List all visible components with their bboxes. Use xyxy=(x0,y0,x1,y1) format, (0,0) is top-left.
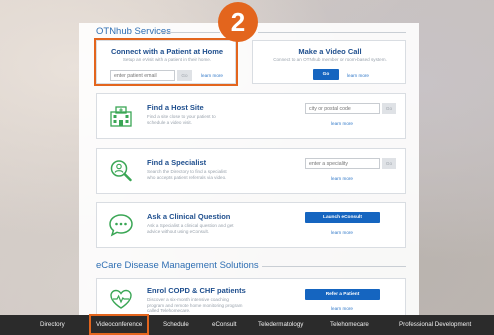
card-specialist: Find a Specialist Search the Directory t… xyxy=(96,148,406,194)
learn-more-link[interactable]: learn more xyxy=(347,73,369,78)
section-divider xyxy=(262,266,406,267)
go-button[interactable]: Go xyxy=(382,103,396,114)
nav-item-professional-development[interactable]: Professional Development xyxy=(399,315,471,335)
speciality-input[interactable] xyxy=(305,158,380,169)
step-number-badge: 2 xyxy=(218,2,258,42)
launch-econsult-button[interactable]: Launch eConsult xyxy=(305,212,380,223)
bottom-nav-bar: Directory Videoconference Schedule eCons… xyxy=(0,315,494,335)
nav-item-directory[interactable]: Directory xyxy=(40,315,65,335)
learn-more-link[interactable]: learn more xyxy=(331,176,353,181)
card-clinical-question: Ask a Clinical Question Ask a Specialist… xyxy=(96,202,406,248)
card-description: Discover a six-month intensive coaching … xyxy=(147,297,243,314)
card-title: Find a Specialist xyxy=(147,158,207,167)
card-title: Enrol COPD & CHF patients xyxy=(147,286,246,295)
card-description: Connect to an OTNhub member or room-base… xyxy=(273,57,387,62)
card-description: Find a site close to your patient to sch… xyxy=(147,114,216,125)
heart-pulse-icon xyxy=(110,289,132,309)
section-title-ecare: eCare Disease Management Solutions xyxy=(96,260,259,271)
card-title: Find a Host Site xyxy=(147,103,204,112)
nav-item-teledermatology[interactable]: Teledermatology xyxy=(258,315,303,335)
refer-patient-button[interactable]: Refer a Patient xyxy=(305,289,380,300)
learn-more-link[interactable]: learn more xyxy=(331,306,353,311)
speech-bubble-icon xyxy=(109,214,133,237)
card-title: Make a Video Call xyxy=(298,47,362,56)
card-video-call: Make a Video Call Connect to an OTNhub m… xyxy=(252,40,406,84)
highlight-videoconference xyxy=(89,314,149,335)
nav-item-telehomecare[interactable]: Telehomecare xyxy=(330,315,369,335)
nav-item-schedule[interactable]: Schedule xyxy=(163,315,189,335)
section-divider xyxy=(258,32,406,33)
learn-more-link[interactable]: learn more xyxy=(331,121,353,126)
section-divider xyxy=(160,32,220,33)
highlight-connect-patient xyxy=(94,38,238,86)
go-button[interactable]: Go xyxy=(382,158,396,169)
city-postal-input[interactable] xyxy=(305,103,380,114)
card-title: Ask a Clinical Question xyxy=(147,212,231,221)
hospital-building-icon xyxy=(110,106,132,127)
card-description: Search the Directory to find a specialis… xyxy=(147,169,227,180)
magnifier-person-icon xyxy=(110,160,132,182)
card-description: Ask a Specialist a clinical question and… xyxy=(147,223,234,234)
card-host-site: Find a Host Site Find a site close to yo… xyxy=(96,93,406,139)
video-call-go-button[interactable]: Go xyxy=(313,69,339,80)
nav-item-econsult[interactable]: eConsult xyxy=(212,315,236,335)
learn-more-link[interactable]: learn more xyxy=(331,230,353,235)
